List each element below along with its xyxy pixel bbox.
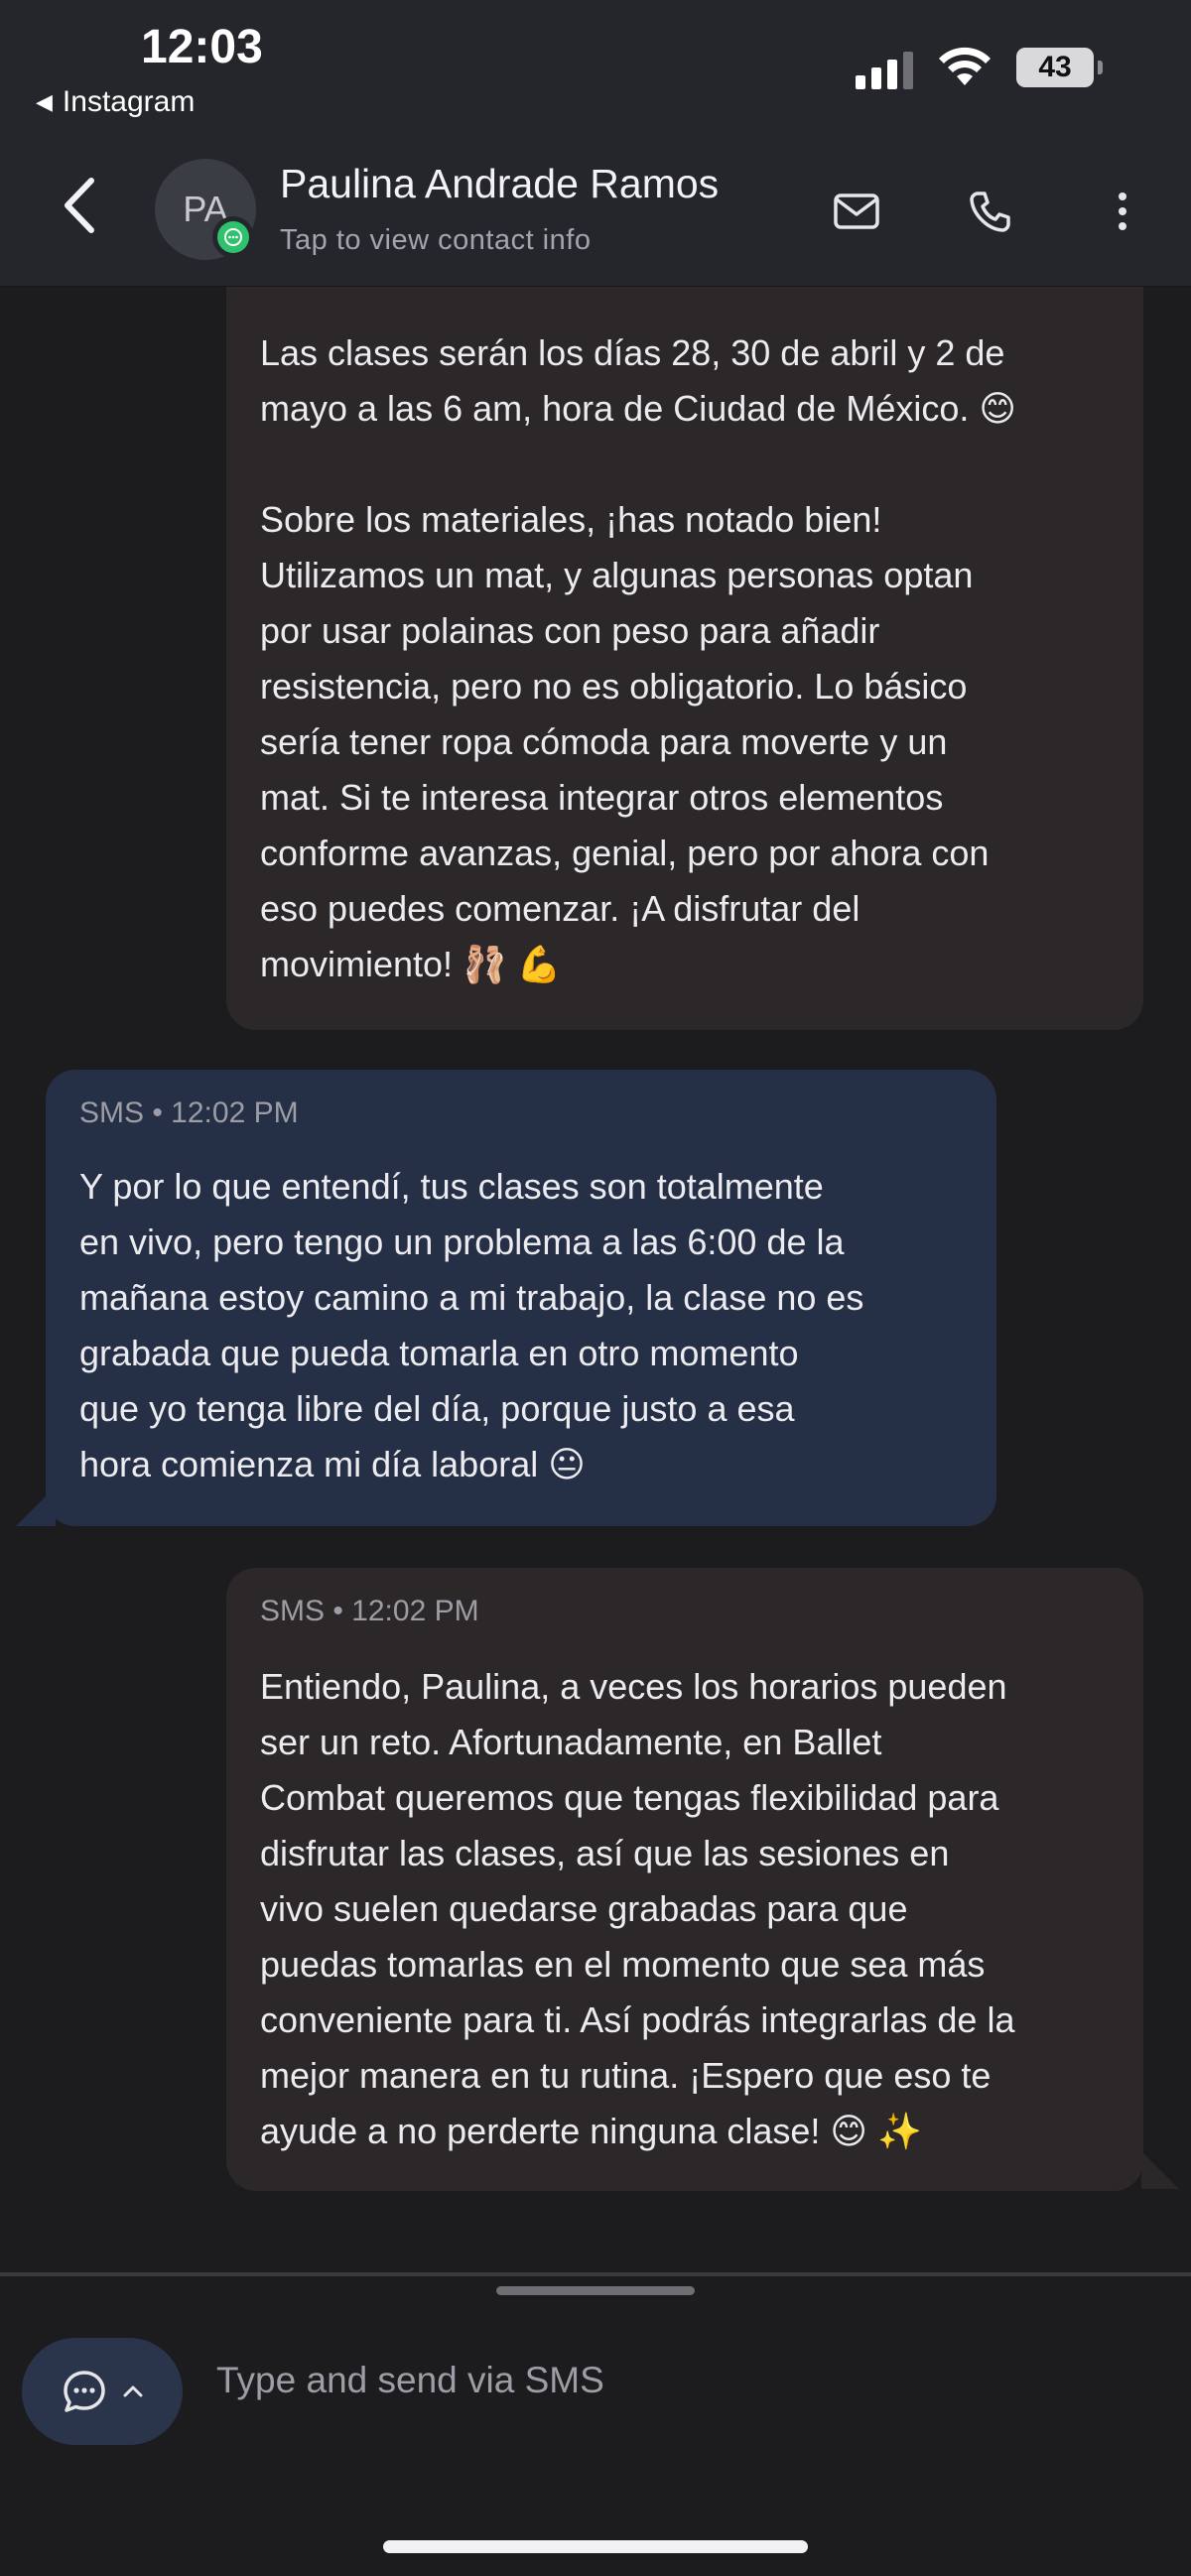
wifi-icon xyxy=(939,47,991,85)
back-to-app-link[interactable]: ◀ Instagram xyxy=(36,85,195,119)
status-time: 12:03 xyxy=(141,21,263,73)
contact-name[interactable]: Paulina Andrade Ramos xyxy=(280,161,719,207)
message-input[interactable]: Type and send via SMS xyxy=(216,2360,604,2401)
message-text: Entiendo, Paulina, a veces los horarios … xyxy=(260,1666,1015,2151)
composer-divider xyxy=(0,2272,1191,2276)
more-vertical-icon xyxy=(1119,193,1126,230)
battery-level: 43 xyxy=(1038,51,1072,83)
drag-handle[interactable] xyxy=(496,2286,695,2295)
whatsapp-badge xyxy=(212,216,254,258)
message-bubble-outgoing[interactable]: SMS • 12:00 PM Las clases serán los días… xyxy=(226,228,1143,1030)
cellular-signal-icon xyxy=(856,44,913,89)
mail-icon xyxy=(834,193,879,229)
back-chevron-icon xyxy=(65,178,94,233)
chat-bubble-icon xyxy=(64,2371,105,2412)
more-options-button[interactable] xyxy=(1088,177,1157,246)
bubble-tail xyxy=(16,1486,56,1526)
message-bubble-incoming[interactable]: SMS • 12:02 PM Y por lo que entendí, tus… xyxy=(46,1070,996,1526)
back-app-label: Instagram xyxy=(62,85,196,118)
message-meta: SMS • 12:02 PM xyxy=(79,1096,299,1129)
email-button[interactable] xyxy=(822,177,891,246)
bubble-tail xyxy=(1141,2151,1179,2189)
channel-selector-button[interactable] xyxy=(22,2338,183,2445)
back-triangle-icon: ◀ xyxy=(36,89,53,114)
conversation-header: PA Paulina Andrade Ramos Tap to view con… xyxy=(0,127,1191,287)
message-text: Las clases serán los días 28, 30 de abri… xyxy=(260,332,1016,984)
message-text: Y por lo que entendí, tus clases son tot… xyxy=(79,1166,864,1484)
chat-bubble-icon xyxy=(224,228,242,246)
status-bar: 12:03 ◀ Instagram 43 xyxy=(0,0,1191,127)
call-button[interactable] xyxy=(955,177,1024,246)
chevron-up-icon xyxy=(123,2385,143,2397)
contact-info-hint[interactable]: Tap to view contact info xyxy=(280,224,591,257)
home-indicator xyxy=(383,2540,808,2553)
phone-icon xyxy=(970,192,1010,232)
message-bubble-outgoing[interactable]: SMS • 12:02 PM Entiendo, Paulina, a vece… xyxy=(226,1568,1143,2191)
back-button[interactable] xyxy=(50,171,109,240)
message-meta: SMS • 12:02 PM xyxy=(260,1595,479,1627)
battery-icon: 43 xyxy=(1016,48,1103,87)
